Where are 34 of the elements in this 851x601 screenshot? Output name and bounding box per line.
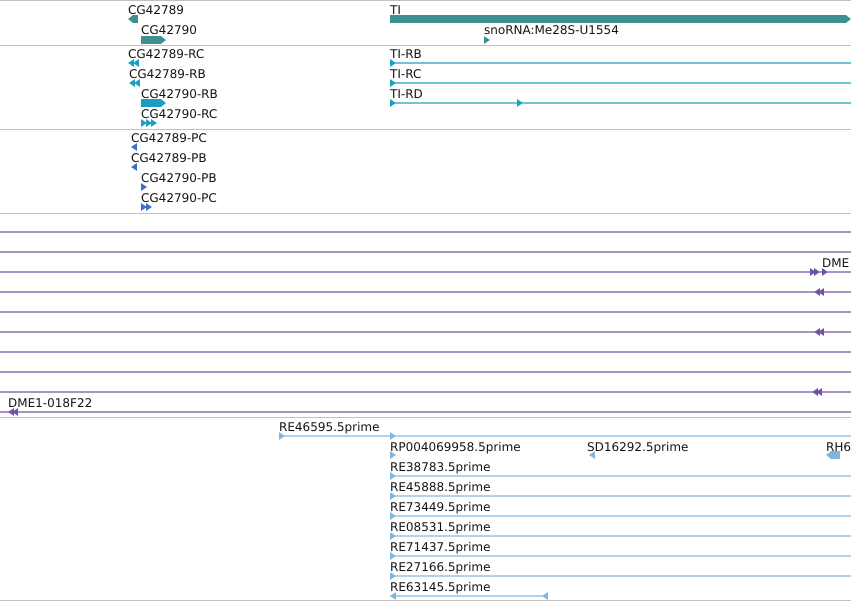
feature-label: CG42789-RB	[129, 67, 206, 81]
feature-label: CG42790-RB	[141, 87, 218, 101]
feature-label: SD16292.5prime	[587, 440, 688, 454]
feature-label: RE71437.5prime	[390, 540, 490, 554]
feature-label: CG42790-PC	[141, 191, 217, 205]
feature-label: TI-RB	[390, 47, 422, 61]
feature-label: CG42789-RC	[128, 47, 204, 61]
feature-label: RH6	[826, 440, 851, 454]
feature-label: CG42790-PB	[141, 171, 217, 185]
feature-label: CG42789-PC	[131, 131, 207, 145]
feature-label: RE27166.5prime	[390, 560, 490, 574]
feature-glyph[interactable]	[0, 267, 851, 277]
feature-label: snoRNA:Me28S-U1554	[484, 23, 619, 37]
feature-glyph[interactable]	[0, 327, 851, 337]
feature-label: CG42789-PB	[131, 151, 207, 165]
feature-glyph[interactable]	[0, 407, 851, 417]
feature-label: RE45888.5prime	[390, 480, 490, 494]
feature-glyph[interactable]	[0, 387, 851, 397]
feature-label: TI-RD	[390, 87, 423, 101]
feature-label: CG42790	[141, 23, 197, 37]
feature-label: DME	[822, 256, 850, 270]
feature-label: CG42790-RC	[141, 107, 218, 121]
feature-glyph[interactable]	[0, 287, 851, 297]
feature-label: RE46595.5prime	[279, 420, 380, 434]
feature-label: DME1-018F22	[8, 396, 92, 410]
feature-label: RE38783.5prime	[390, 460, 490, 474]
feature-label: RE63145.5prime	[390, 580, 490, 594]
feature-label: RP004069958.5prime	[390, 440, 521, 454]
feature-label: RE73449.5prime	[390, 500, 490, 514]
feature-glyph[interactable]	[826, 450, 840, 460]
feature-label: RE08531.5prime	[390, 520, 490, 534]
feature-label: CG42789	[128, 3, 184, 17]
feature-label: TI	[390, 3, 401, 17]
feature-label: TI-RC	[390, 67, 422, 81]
